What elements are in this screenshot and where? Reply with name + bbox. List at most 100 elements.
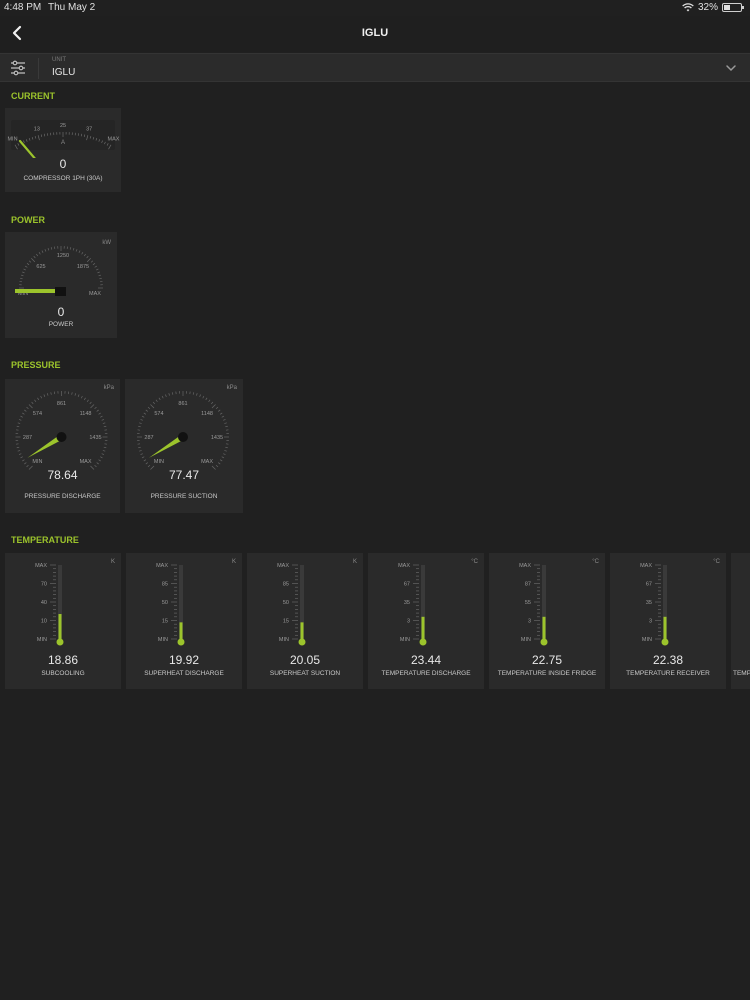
filter-settings-icon[interactable] (8, 59, 28, 77)
gauge-tick (26, 406, 29, 410)
gauge-value: 22.75 (531, 653, 563, 667)
unit-selector[interactable]: UNIT IGLU (0, 53, 750, 82)
gauge-tick (40, 395, 43, 399)
gauge-tick (80, 395, 83, 399)
status-time: 4:48 PM (4, 2, 42, 13)
tick-label: 50 (162, 600, 168, 606)
gauge-tick (165, 394, 167, 397)
gauge-tick (202, 395, 205, 399)
gauge-tick (221, 415, 225, 418)
gauge-name: SUPERHEAT DISCHARGE (144, 670, 224, 677)
gauge-hub (178, 432, 188, 442)
tick-label: 1875 (77, 264, 89, 270)
tick-label: 3 (649, 619, 652, 625)
gauge-tick (96, 409, 99, 412)
gauge-tick (22, 271, 25, 274)
status-date: Thu May 2 (48, 2, 96, 13)
gauge-tick (23, 268, 26, 271)
pressure-discharge-dial: MIN 287 574 861 1148 1435 MAX (15, 391, 108, 470)
gauge-tick (90, 404, 95, 409)
gauge-tick (90, 260, 94, 263)
pressure-suction-dial: MIN 287 574 861 1148 1435 MAX (137, 391, 229, 470)
gauge-tick (98, 412, 101, 415)
thermometer-gauge: MAX 85 50 15 MIN (277, 563, 306, 646)
gauge-card-pressure-suction[interactable]: kPa MIN 287 574 861 1148 1435 MAX 77.47 PRESSU… (125, 379, 243, 513)
thermometer-card[interactable]: K MAX 70 40 10 MIN 18.86 SUBCOOLING (5, 553, 121, 689)
thermometer-card[interactable]: °C MAX 67 35 3 MIN 22.38 TEMPERATURE RECEIVER (610, 553, 726, 689)
gauge-tick (74, 393, 77, 396)
gauge-tick (99, 277, 102, 280)
gauge-tick (138, 446, 141, 449)
tick-label: MAX (640, 563, 652, 569)
gauge-tick (158, 397, 161, 401)
gauge-tick (38, 252, 41, 255)
page-title: IGLU (361, 27, 389, 39)
gauge-tick (145, 409, 149, 412)
thermometer-card[interactable]: °C MAX 87 55 3 MIN 22.75 TEMPERATURE INSIDE FRI… (489, 553, 605, 689)
gauge-tick (24, 409, 27, 412)
tick-label: MIN (37, 637, 47, 643)
tick-label: MIN (642, 637, 652, 643)
battery-percent: 32% (697, 2, 718, 13)
tick-label: 1435 (211, 435, 223, 441)
gauge-tick (97, 271, 100, 274)
tick-label: 13 (34, 126, 40, 132)
thermometer-gauge: MAX 70 40 10 MIN (35, 563, 64, 646)
gauge-tick (50, 392, 52, 395)
gauge-name: TEMPE (733, 670, 750, 677)
gauge-tick (16, 425, 20, 428)
gauge-tick (18, 419, 22, 421)
gauge-tick (147, 406, 151, 410)
thermometer-card[interactable]: K MAX 85 50 15 MIN 20.05 SUPERHEAT SUCTION (247, 553, 363, 689)
gauge-tick (152, 401, 156, 405)
gauge-card-power[interactable]: kW MIN 625 1250 1875 MAX 0 POWER (5, 232, 117, 338)
thermometer-gauge: MAX 67 35 3 MIN (398, 563, 427, 646)
current-arc-gauge: MIN 13 25 37 MAX A (7, 120, 120, 158)
gauge-tick (139, 450, 142, 452)
gauge-tick (20, 277, 23, 280)
gauge-tick (140, 419, 143, 421)
gauge-tick (34, 399, 37, 403)
gauge-needle (15, 289, 61, 293)
thermometer-card[interactable]: TEMPE (731, 553, 750, 689)
tick-label: 3 (528, 619, 531, 625)
tick-label: 35 (404, 600, 410, 606)
gauge-tick (147, 464, 151, 468)
thermometer-bulb (419, 638, 427, 646)
gauge-tick (223, 419, 226, 421)
gauge-value: 19.92 (168, 653, 200, 667)
gauge-tick (103, 446, 107, 449)
gauge-tick (223, 453, 226, 455)
gauge-card-pressure-discharge[interactable]: kPa MIN 287 574 861 1148 1435 MAX 78.64 PRESSU… (5, 379, 120, 513)
gauge-tick (20, 274, 24, 277)
gauge-tick (69, 247, 72, 250)
tick-label: 15 (162, 619, 168, 625)
chevron-down-icon[interactable] (724, 61, 738, 75)
unit-label: UNIT (52, 57, 66, 63)
tick-label: 67 (646, 582, 652, 588)
tick-label: 25 (60, 123, 66, 129)
tick-label: 67 (404, 582, 410, 588)
gauge-tick (219, 459, 223, 462)
tick-label: MAX (89, 291, 101, 297)
thermometer-card[interactable]: °C MAX 67 35 3 MIN 23.44 TEMPERATURE DISCHARGE (368, 553, 484, 689)
unit-value: IGLU (52, 67, 76, 78)
gauge-tick (205, 397, 208, 401)
section-title-power: POWER (11, 215, 46, 225)
tick-label: MIN (279, 637, 289, 643)
tick-label: 85 (162, 582, 168, 588)
gauge-tick (86, 399, 89, 403)
gauge-tick (143, 412, 147, 415)
gauge-card-compressor-current[interactable]: MIN 13 25 37 MAX A 0 COMPRESSOR 1PH (30A) (5, 108, 121, 192)
gauge-tick (24, 462, 27, 465)
gauge-tick (224, 450, 227, 452)
thermometer-card[interactable]: K MAX 85 50 15 MIN 19.92 SUPERHEAT DISCHARGE (126, 553, 242, 689)
gauge-tick (89, 401, 92, 405)
gauge-tick (31, 401, 34, 405)
gauge-value: 22.38 (652, 653, 684, 667)
tick-label: 861 (57, 401, 66, 407)
tick-label: 625 (36, 264, 45, 270)
gauge-tick (102, 450, 106, 452)
gauge-tick (196, 393, 198, 396)
gauge-tick (16, 446, 20, 449)
